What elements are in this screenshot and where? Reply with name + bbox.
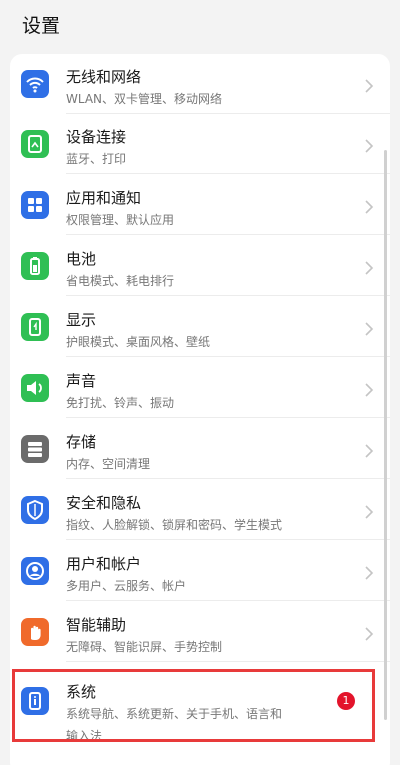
chevron-right-icon (364, 565, 374, 580)
item-title: 显示 (66, 311, 97, 329)
divider (66, 173, 390, 174)
hand-icon (21, 618, 49, 646)
item-title: 设备连接 (66, 128, 127, 146)
settings-item-battery[interactable]: 电池 省电模式、耗电排行 (10, 236, 390, 296)
divider (66, 478, 390, 479)
divider (66, 234, 390, 235)
chevron-right-icon (364, 382, 374, 397)
user-icon (21, 557, 49, 585)
settings-item-display[interactable]: 显示 护眼模式、桌面风格、壁纸 (10, 297, 390, 357)
divider (66, 295, 390, 296)
chevron-right-icon (364, 199, 374, 214)
item-title: 无线和网络 (66, 68, 142, 86)
chevron-right-icon (364, 626, 374, 641)
item-subtitle: 内存、空间清理 (66, 457, 151, 471)
settings-item-users[interactable]: 用户和帐户 多用户、云服务、帐户 (10, 541, 390, 601)
item-title: 电池 (66, 250, 97, 268)
item-subtitle: 指纹、人脸解锁、锁屏和密码、学生模式 (66, 518, 283, 532)
item-title: 应用和通知 (66, 189, 142, 207)
settings-item-apps[interactable]: 应用和通知 权限管理、默认应用 (10, 175, 390, 235)
chevron-right-icon (364, 443, 374, 458)
chevron-right-icon (364, 78, 374, 93)
highlight-box (12, 669, 375, 742)
divider (66, 661, 390, 662)
item-subtitle: 多用户、云服务、帐户 (66, 579, 187, 593)
divider (66, 356, 390, 357)
item-subtitle: 免打扰、铃声、振动 (66, 396, 175, 410)
storage-icon (21, 435, 49, 463)
battery-icon (21, 252, 49, 280)
chevron-right-icon (364, 321, 374, 336)
item-title: 智能辅助 (66, 616, 127, 634)
item-subtitle: WLAN、双卡管理、移动网络 (66, 92, 223, 106)
settings-list: 无线和网络 WLAN、双卡管理、移动网络 设备连接 蓝牙、打印 应用和通知 权限… (10, 54, 390, 765)
divider (66, 539, 390, 540)
display-icon (21, 313, 49, 341)
settings-item-security[interactable]: 安全和隐私 指纹、人脸解锁、锁屏和密码、学生模式 (10, 480, 390, 540)
item-subtitle: 蓝牙、打印 (66, 152, 127, 166)
chevron-right-icon (364, 504, 374, 519)
shield-icon (21, 496, 49, 524)
chevron-right-icon (364, 260, 374, 275)
scrollbar[interactable] (384, 150, 387, 720)
header: 设置 (0, 0, 400, 48)
settings-item-sound[interactable]: 声音 免打扰、铃声、振动 (10, 358, 390, 418)
settings-screen: 设置 无线和网络 WLAN、双卡管理、移动网络 设备连接 蓝牙、打印 应用和通知… (0, 0, 400, 765)
item-subtitle: 无障碍、智能识屏、手势控制 (66, 640, 223, 654)
apps-icon (21, 191, 49, 219)
settings-item-assist[interactable]: 智能辅助 无障碍、智能识屏、手势控制 (10, 602, 390, 662)
item-title: 用户和帐户 (66, 555, 142, 573)
item-subtitle: 权限管理、默认应用 (66, 213, 175, 227)
chevron-right-icon (364, 138, 374, 153)
item-subtitle: 省电模式、耗电排行 (66, 274, 175, 288)
item-title: 存储 (66, 433, 97, 451)
device-connection-icon (21, 130, 49, 158)
item-title: 声音 (66, 372, 97, 390)
page-title: 设置 (22, 15, 61, 37)
item-title: 安全和隐私 (66, 494, 142, 512)
divider (66, 600, 390, 601)
divider (66, 417, 390, 418)
wifi-icon (21, 70, 49, 98)
settings-item-device-connection[interactable]: 设备连接 蓝牙、打印 (10, 114, 390, 174)
settings-item-storage[interactable]: 存储 内存、空间清理 (10, 419, 390, 479)
settings-item-wireless[interactable]: 无线和网络 WLAN、双卡管理、移动网络 (10, 54, 390, 114)
item-subtitle: 护眼模式、桌面风格、壁纸 (66, 335, 211, 349)
sound-icon (21, 374, 49, 402)
